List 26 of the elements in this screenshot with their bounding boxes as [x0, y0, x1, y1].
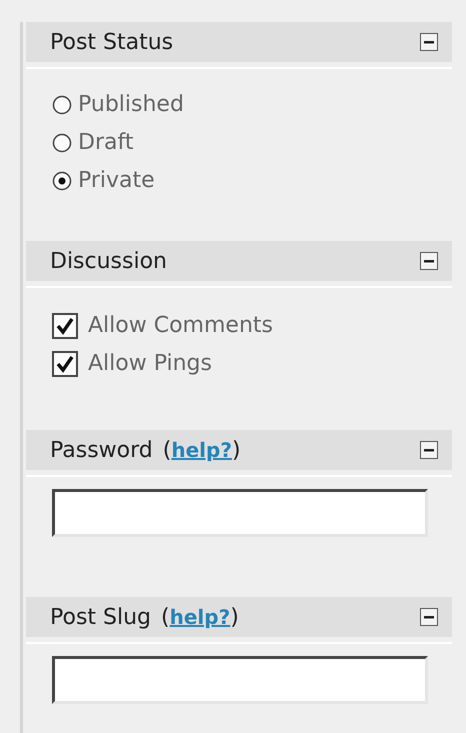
paren: ) — [232, 436, 241, 464]
option-label: Draft — [78, 129, 134, 157]
collapse-icon[interactable] — [420, 608, 438, 626]
checkbox[interactable] — [52, 351, 78, 377]
option-label: Allow Pings — [88, 350, 212, 378]
input-field[interactable] — [52, 656, 428, 704]
section-title: Password — [50, 436, 153, 464]
radio-button[interactable] — [52, 133, 72, 153]
paren: ( — [161, 604, 170, 632]
section-title: Post Slug — [50, 604, 152, 632]
section-title: Post Status — [50, 28, 174, 56]
option-label: Allow Comments — [88, 312, 273, 340]
input-field[interactable] — [52, 489, 428, 537]
help-link[interactable]: help? — [170, 602, 230, 632]
collapse-icon[interactable] — [420, 33, 438, 51]
radio-button[interactable] — [52, 95, 72, 115]
option-label: Private — [78, 167, 155, 195]
help-link[interactable]: help? — [171, 435, 232, 465]
collapse-icon[interactable] — [420, 441, 438, 459]
paren: ) — [230, 604, 239, 632]
option-label: Published — [78, 91, 184, 119]
radio-button[interactable] — [52, 171, 72, 191]
collapse-icon[interactable] — [420, 252, 438, 270]
paren: ( — [162, 436, 172, 464]
section-title: Discussion — [50, 248, 167, 276]
checkbox[interactable] — [52, 313, 78, 339]
